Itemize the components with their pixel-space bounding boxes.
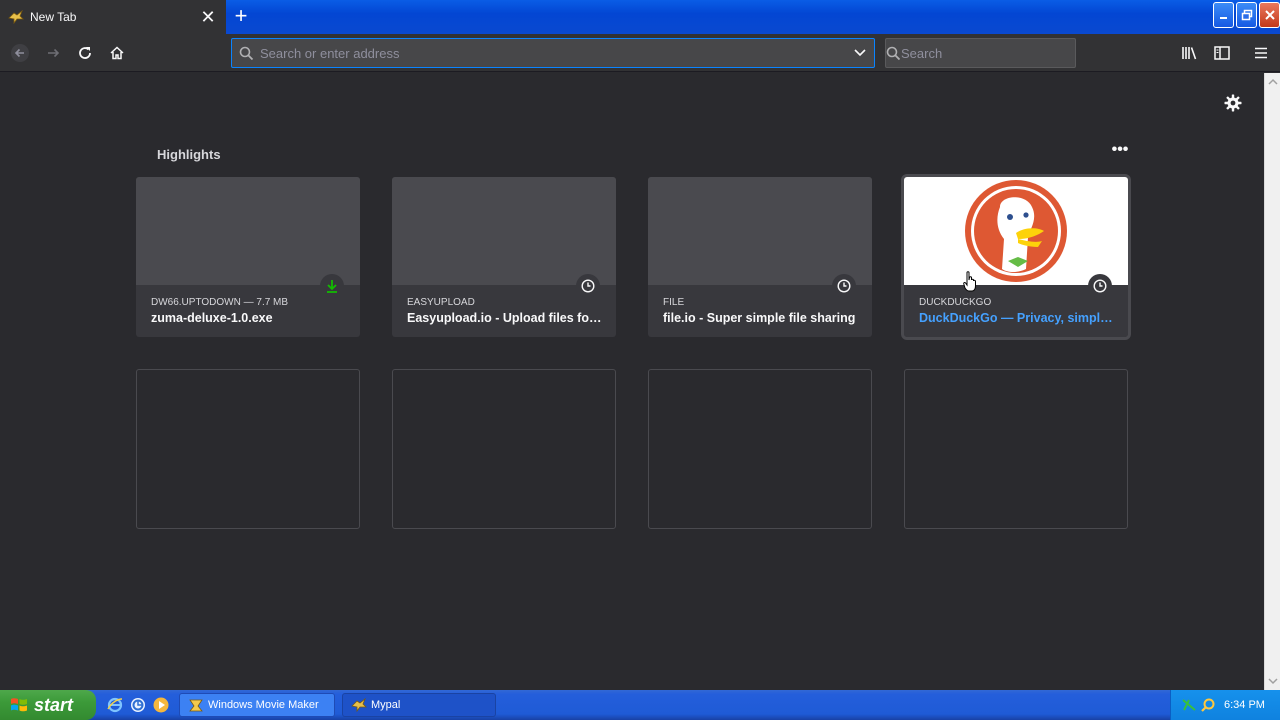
menu-button[interactable] [1246,38,1276,68]
card-source: DW66.UPTODOWN — 7.7 MB [151,297,289,308]
empty-highlight-slot [648,369,872,529]
search-icon[interactable] [1200,697,1216,713]
new-tab-button[interactable]: + [230,5,252,27]
outlook-express-icon[interactable] [129,696,147,714]
empty-highlight-slot [904,369,1128,529]
taskbar-item-mypal[interactable]: Mypal [342,693,496,717]
back-arrow-icon [11,44,29,62]
forward-arrow-icon [48,48,60,58]
clock-icon [1088,274,1112,298]
highlight-card[interactable]: EASYUPLOAD Easyupload.io - Upload files … [392,177,616,337]
card-thumbnail [136,177,360,285]
restore-button[interactable] [1236,2,1257,28]
reload-icon [79,47,91,59]
card-thumbnail [904,177,1128,285]
page-scrollbar[interactable] [1264,73,1280,690]
minimize-button[interactable] [1213,2,1234,28]
card-source: DUCKDUCKGO [919,297,992,308]
highlight-card[interactable]: FILE file.io - Super simple file sharing [648,177,872,337]
title-bar: New Tab ✕ + [0,0,1280,34]
window-controls [1213,2,1280,28]
card-source: EASYUPLOAD [407,297,475,308]
download-icon [320,274,344,298]
new-tab-page: Highlights ••• DW66.UPTODOWN — 7.7 MB zu… [0,73,1264,690]
highlight-card[interactable]: DUCKDUCKGO DuckDuckGo — Privacy, simplif… [901,174,1131,340]
chevron-down-icon[interactable] [846,49,874,57]
task-label: Windows Movie Maker [208,699,319,711]
back-button[interactable] [5,38,35,68]
duckduckgo-logo-icon [965,180,1067,282]
hamburger-icon [1255,47,1267,59]
scroll-down-icon [1268,678,1278,685]
search-icon [232,46,260,61]
taskbar: start Windows Movie Maker Mypal 6:34 PM [0,690,1280,720]
start-label: start [34,694,74,715]
tab-new-tab[interactable]: New Tab ✕ [0,0,226,34]
hand-cursor-icon [963,271,976,292]
clock[interactable]: 6:34 PM [1224,699,1265,711]
scroll-up-icon [1268,78,1278,85]
search-icon [886,46,901,61]
highlight-card[interactable]: DW66.UPTODOWN — 7.7 MB zuma-deluxe-1.0.e… [136,177,360,337]
start-button[interactable]: start [0,690,96,720]
internet-explorer-icon[interactable] [106,696,124,714]
home-icon [110,46,124,60]
taskbar-item-windows-movie-maker[interactable]: Windows Movie Maker [179,693,335,717]
media-player-icon[interactable] [152,696,170,714]
network-shield-icon[interactable] [1181,697,1197,713]
card-title: Easyupload.io - Upload files for f... [407,311,603,325]
library-button[interactable] [1175,38,1205,68]
gear-icon[interactable] [1224,94,1242,112]
clock-icon [832,274,856,298]
mypal-favicon-icon [8,9,24,25]
reload-button[interactable] [70,38,100,68]
task-label: Mypal [371,699,401,711]
tab-title: New Tab [30,10,77,24]
empty-highlight-slot [392,369,616,529]
card-thumbnail [392,177,616,285]
tab-close-icon[interactable]: ✕ [200,8,216,26]
card-title: zuma-deluxe-1.0.exe [151,311,273,325]
forward-button[interactable] [38,38,68,68]
sidebar-icon [1214,46,1230,60]
clock-icon [576,274,600,298]
movie-maker-icon [189,699,203,712]
empty-highlight-slot [136,369,360,529]
search-input[interactable] [901,45,1077,61]
highlights-heading: Highlights [157,147,221,162]
navigation-toolbar [0,34,1280,72]
card-title: DuckDuckGo — Privacy, simplifi... [919,311,1115,325]
library-icon [1182,47,1197,60]
search-bar[interactable] [885,38,1077,68]
address-bar[interactable] [231,38,875,68]
more-options-button[interactable]: ••• [1110,142,1130,163]
mypal-icon [351,698,367,712]
card-title: file.io - Super simple file sharing [663,311,856,325]
sidebar-toggle-button[interactable] [1207,38,1237,68]
windows-logo-icon [11,698,27,712]
home-button[interactable] [102,38,132,68]
card-source: FILE [663,297,685,308]
url-input[interactable] [260,45,846,61]
card-thumbnail [648,177,872,285]
close-window-button[interactable] [1259,2,1280,28]
system-tray: 6:34 PM [1170,690,1280,720]
